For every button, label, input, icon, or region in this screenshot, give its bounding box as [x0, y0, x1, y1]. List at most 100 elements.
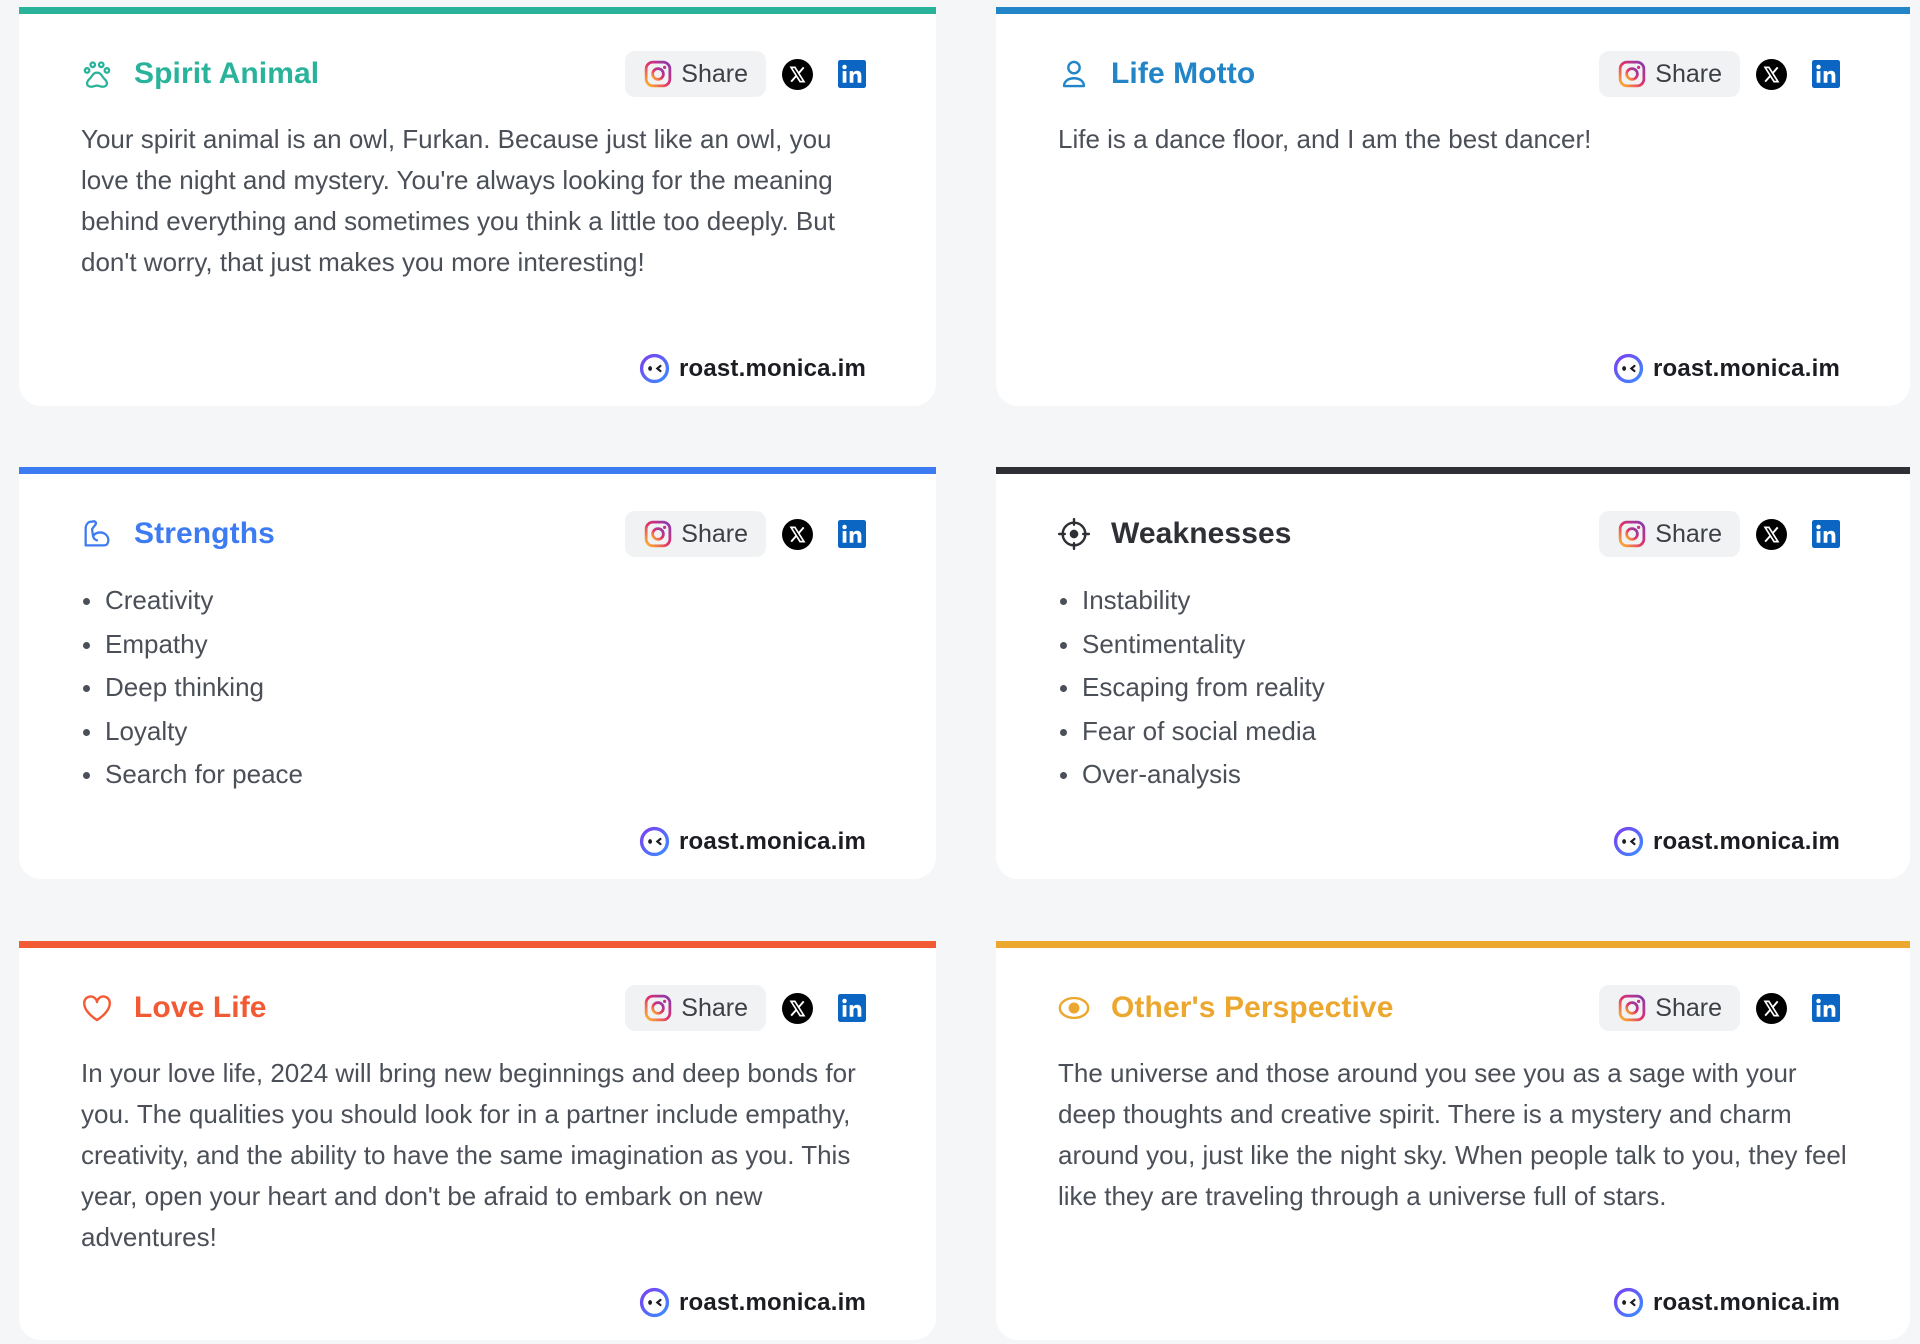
instagram-share-button[interactable]: Share	[1599, 985, 1740, 1031]
instagram-icon	[1619, 520, 1646, 548]
brand-label: roast.monica.im	[1652, 1288, 1840, 1316]
share-label: Share	[1655, 993, 1722, 1022]
list-item: Deep thinking	[81, 666, 874, 710]
share-actions: Share	[625, 985, 866, 1031]
brand-label: roast.monica.im	[678, 354, 866, 382]
instagram-icon	[645, 60, 672, 88]
share-actions: Share	[1599, 511, 1840, 557]
card-header: Spirit Animal Share	[80, 44, 866, 104]
user-icon	[1057, 57, 1091, 91]
card-body-text: Life is a dance floor, and I am the best…	[1058, 124, 1592, 154]
card-header: Love Life Share	[80, 978, 866, 1038]
list-item: Empathy	[81, 623, 874, 667]
linkedin-icon[interactable]	[1812, 60, 1840, 88]
card-title: Strengths	[134, 517, 275, 550]
paw-icon	[80, 57, 114, 91]
heart-icon	[80, 991, 114, 1025]
instagram-icon	[1619, 60, 1646, 88]
instagram-share-button[interactable]: Share	[1599, 511, 1740, 557]
card-accent-bar	[19, 7, 936, 14]
x-twitter-icon[interactable]	[782, 58, 813, 90]
share-label: Share	[681, 519, 748, 548]
list-item: Creativity	[81, 579, 874, 623]
weaknesses-list: Instability Sentimentality Escaping from…	[1058, 579, 1848, 797]
monica-logo-icon	[639, 353, 670, 384]
x-twitter-icon[interactable]	[1756, 58, 1787, 90]
instagram-share-button[interactable]: Share	[1599, 51, 1740, 97]
linkedin-icon[interactable]	[838, 520, 866, 548]
card-body-text: The universe and those around you see yo…	[1058, 1058, 1847, 1211]
share-actions: Share	[625, 51, 866, 97]
brand-label: roast.monica.im	[678, 1288, 866, 1316]
share-actions: Share	[625, 511, 866, 557]
instagram-share-button[interactable]: Share	[625, 51, 766, 97]
x-twitter-icon[interactable]	[782, 518, 813, 550]
card-accent-bar	[996, 467, 1910, 474]
monica-brand-link[interactable]: roast.monica.im	[1613, 1287, 1840, 1318]
list-item: Search for peace	[81, 753, 874, 797]
share-label: Share	[1655, 59, 1722, 88]
instagram-share-button[interactable]: Share	[625, 511, 766, 557]
monica-logo-icon	[1613, 1287, 1644, 1318]
linkedin-icon[interactable]	[1812, 994, 1840, 1022]
card-header: Life Motto Share	[1057, 44, 1840, 104]
card-title: Love Life	[134, 991, 267, 1024]
strengths-list: Creativity Empathy Deep thinking Loyalty…	[81, 579, 874, 797]
eye-icon	[1057, 991, 1091, 1025]
linkedin-icon[interactable]	[838, 994, 866, 1022]
card-header: Other's Perspective Share	[1057, 978, 1840, 1038]
x-twitter-icon[interactable]	[1756, 518, 1787, 550]
card-accent-bar	[996, 941, 1910, 948]
monica-logo-icon	[1613, 826, 1644, 857]
monica-brand-link[interactable]: roast.monica.im	[639, 826, 866, 857]
card-body-text: In your love life, 2024 will bring new b…	[81, 1058, 856, 1252]
brand-label: roast.monica.im	[1652, 827, 1840, 855]
instagram-icon	[1619, 994, 1646, 1022]
monica-brand-link[interactable]: roast.monica.im	[639, 1287, 866, 1318]
card-accent-bar	[19, 467, 936, 474]
card-life-motto: Life Motto Share Life is a dance floor, …	[996, 7, 1910, 406]
card-spirit-animal: Spirit Animal Share Your spirit animal i…	[19, 7, 936, 406]
list-item: Over-analysis	[1058, 753, 1848, 797]
share-label: Share	[681, 993, 748, 1022]
card-accent-bar	[19, 941, 936, 948]
monica-brand-link[interactable]: roast.monica.im	[1613, 353, 1840, 384]
instagram-share-button[interactable]: Share	[625, 985, 766, 1031]
brand-label: roast.monica.im	[1652, 354, 1840, 382]
monica-logo-icon	[639, 1287, 670, 1318]
share-actions: Share	[1599, 985, 1840, 1031]
card-title: Life Motto	[1111, 57, 1256, 90]
list-item: Loyalty	[81, 710, 874, 754]
list-item: Fear of social media	[1058, 710, 1848, 754]
linkedin-icon[interactable]	[838, 60, 866, 88]
share-actions: Share	[1599, 51, 1840, 97]
share-label: Share	[681, 59, 748, 88]
target-icon	[1057, 517, 1091, 551]
instagram-icon	[645, 994, 672, 1022]
brand-label: roast.monica.im	[678, 827, 866, 855]
x-twitter-icon[interactable]	[782, 992, 813, 1024]
monica-brand-link[interactable]: roast.monica.im	[1613, 826, 1840, 857]
card-strengths: Strengths Share Creativity Empathy Deep …	[19, 467, 936, 879]
card-love-life: Love Life Share In your love life, 2024 …	[19, 941, 936, 1340]
card-title: Spirit Animal	[134, 57, 320, 90]
card-body-text: Your spirit animal is an owl, Furkan. Be…	[81, 124, 835, 277]
list-item: Sentimentality	[1058, 623, 1848, 667]
monica-logo-icon	[1613, 353, 1644, 384]
list-item: Instability	[1058, 579, 1848, 623]
share-label: Share	[1655, 519, 1722, 548]
card-header: Strengths Share	[80, 504, 866, 564]
flexed-arm-icon	[80, 517, 114, 551]
card-title: Weaknesses	[1111, 517, 1292, 550]
card-weaknesses: Weaknesses Share Instability Sentimental…	[996, 467, 1910, 879]
monica-logo-icon	[639, 826, 670, 857]
card-accent-bar	[996, 7, 1910, 14]
x-twitter-icon[interactable]	[1756, 992, 1787, 1024]
card-title: Other's Perspective	[1111, 991, 1394, 1024]
linkedin-icon[interactable]	[1812, 520, 1840, 548]
card-others-perspective: Other's Perspective Share The universe a…	[996, 941, 1910, 1340]
monica-brand-link[interactable]: roast.monica.im	[639, 353, 866, 384]
card-header: Weaknesses Share	[1057, 504, 1840, 564]
list-item: Escaping from reality	[1058, 666, 1848, 710]
instagram-icon	[645, 520, 672, 548]
